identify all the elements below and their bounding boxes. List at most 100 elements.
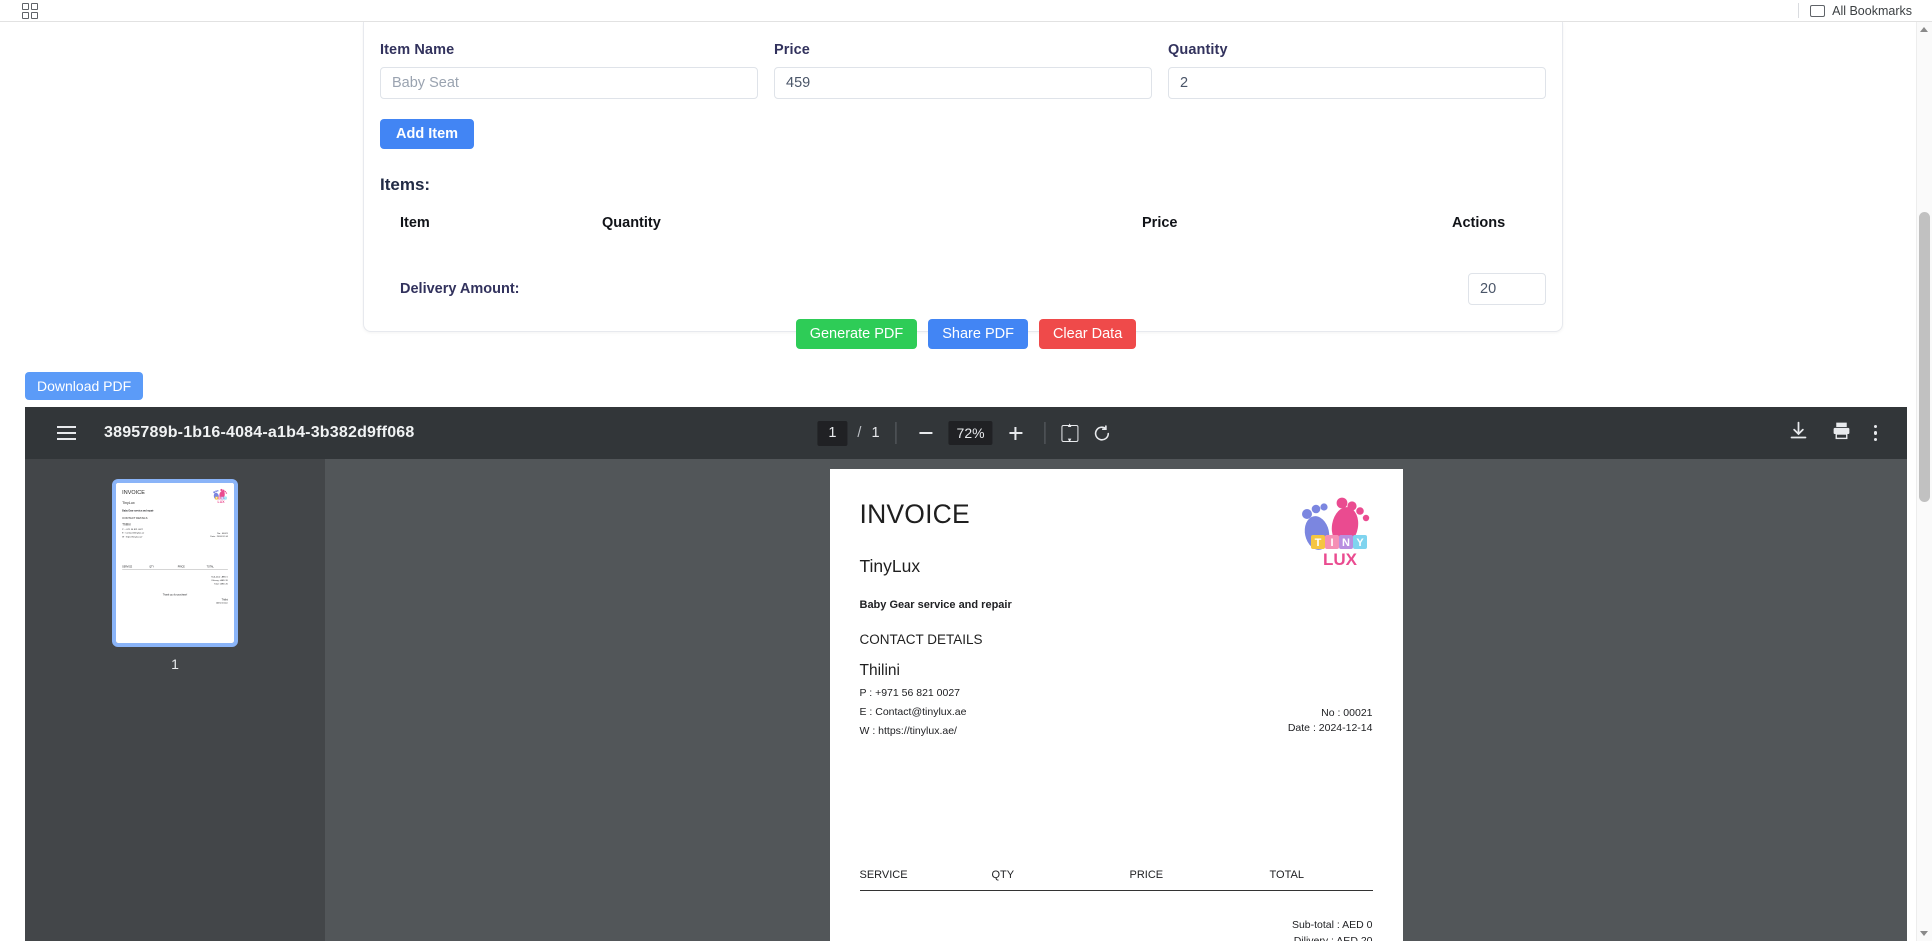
invoice-contact-person: Thilini [860, 662, 1373, 680]
thumb-signature-role: Administrator [122, 602, 228, 604]
items-heading: Items: [380, 175, 1546, 195]
thumb-invoice-totals: Sub-total : AED 0 Dilivery : AED 20 Tota… [122, 575, 228, 585]
scroll-up-arrow-icon[interactable] [1920, 27, 1928, 32]
invoice-number: No : 00021 [1288, 707, 1373, 719]
download-icon[interactable] [1788, 420, 1809, 446]
page-content: Item Name Price Quantity Add Item Items:… [0, 22, 1932, 941]
thumb-tagline: Baby Gear service and repair [122, 510, 228, 512]
thumb-thanks: Thank you for purchase! [122, 594, 228, 596]
pdf-page-thumbnail[interactable]: INVOICE TinyLux Baby Gear service and re… [116, 483, 234, 643]
invoice-col-service: SERVICE [860, 869, 992, 881]
pdf-viewer: 3895789b-1b16-4084-a1b4-3b382d9ff068 / 1… [25, 407, 1907, 941]
item-entry-row: Item Name Price Quantity [380, 42, 1546, 99]
fit-page-icon[interactable] [1062, 425, 1079, 442]
invoice-col-qty: QTY [992, 869, 1130, 881]
pdf-canvas-area: INVOICE TinyLux Baby Gear service and re… [325, 459, 1907, 941]
minus-icon [919, 432, 932, 434]
thumb-phone: P : +971 56 821 0027 [122, 528, 228, 530]
zoom-level-display[interactable]: 72% [949, 421, 993, 445]
thumb-col-total: TOTAL [207, 565, 228, 567]
divider [896, 422, 897, 444]
quantity-input[interactable] [1168, 67, 1546, 99]
apps-grid-icon[interactable] [22, 3, 38, 19]
scroll-down-arrow-icon[interactable] [1920, 931, 1928, 936]
zoom-out-button[interactable] [913, 420, 939, 446]
page-scrollbar[interactable] [1916, 22, 1932, 941]
svg-text:LUX: LUX [218, 500, 226, 504]
invoice-table-header-row: SERVICE QTY PRICE TOTAL [860, 869, 1373, 891]
download-pdf-button[interactable]: Download PDF [25, 372, 143, 400]
thumb-col-price: PRICE [178, 565, 207, 567]
thumb-invoice-meta: No : 00021 Date : 2024-12-14 [210, 532, 227, 538]
invoice-line-items-table: SERVICE QTY PRICE TOTAL [860, 869, 1373, 891]
delivery-amount-row: Delivery Amount: [380, 273, 1546, 305]
pdf-thumbnail-pane: INVOICE TinyLux Baby Gear service and re… [25, 459, 325, 941]
item-name-field-group: Item Name [380, 42, 758, 99]
pdf-filename: 3895789b-1b16-4084-a1b4-3b382d9ff068 [104, 424, 415, 442]
invoice-document: INVOICE TinyLux Baby Gear service and re… [830, 469, 1403, 941]
generate-pdf-button[interactable]: Generate PDF [796, 319, 918, 349]
column-header-actions: Actions [1452, 215, 1546, 243]
svg-text:T: T [1314, 537, 1321, 549]
thumbnail-preview: INVOICE TinyLux Baby Gear service and re… [116, 483, 234, 640]
kebab-menu-icon[interactable] [1874, 425, 1878, 442]
svg-text:Y: Y [1356, 537, 1364, 549]
thumb-invoice-date: Date : 2024-12-14 [210, 535, 227, 537]
page-number-input[interactable] [817, 421, 847, 446]
delivery-amount-input[interactable] [1468, 273, 1546, 305]
clear-data-button[interactable]: Clear Data [1039, 319, 1136, 349]
pdf-toolbar: 3895789b-1b16-4084-a1b4-3b382d9ff068 / 1… [25, 407, 1907, 459]
thumb-signature: Thilini Administrator [122, 599, 228, 604]
invoice-form-card: Item Name Price Quantity Add Item Items:… [363, 22, 1563, 332]
thumb-contact-heading: CONTACT DETAILS [122, 517, 228, 520]
column-header-quantity: Quantity [602, 215, 1142, 243]
add-item-button[interactable]: Add Item [380, 119, 474, 149]
invoice-delivery: Dilivery : AED 20 [860, 933, 1373, 941]
page-separator: / [857, 425, 861, 441]
price-label: Price [774, 42, 1152, 58]
scrollbar-thumb[interactable] [1919, 212, 1930, 502]
folder-icon [1810, 5, 1825, 17]
invoice-contact-heading: CONTACT DETAILS [860, 632, 1373, 647]
invoice-date: Date : 2024-12-14 [1288, 722, 1373, 734]
thumb-invoice-table: SERVICE QTY PRICE TOTAL [122, 565, 228, 570]
all-bookmarks-label: All Bookmarks [1832, 4, 1912, 18]
column-header-item: Item [380, 215, 602, 243]
thumb-contact-person: Thilini [122, 523, 228, 527]
invoice-tagline: Baby Gear service and repair [860, 599, 1373, 611]
thumbnail-page-number: 1 [171, 656, 179, 672]
thumb-tinylux-logo: T I N Y LUX [211, 488, 228, 504]
total-pages: 1 [871, 425, 879, 441]
pdf-toolbar-right [1788, 420, 1878, 446]
thumb-total: Total : AED 20 [122, 582, 228, 585]
invoice-col-price: PRICE [1130, 869, 1270, 881]
browser-toolbar: All Bookmarks [0, 0, 1932, 22]
divider [1798, 3, 1799, 18]
thumb-col-qty: QTY [149, 565, 177, 567]
thumb-col-service: SERVICE [122, 565, 149, 567]
invoice-subtotal: Sub-total : AED 0 [860, 917, 1373, 933]
tinylux-logo: T I N Y LUX [1293, 493, 1377, 569]
rotate-icon[interactable] [1089, 420, 1115, 446]
pdf-body: INVOICE TinyLux Baby Gear service and re… [25, 459, 1907, 941]
items-table-header-row: Item Quantity Price Actions [380, 215, 1546, 243]
delivery-amount-label: Delivery Amount: [400, 281, 520, 297]
price-input[interactable] [774, 67, 1152, 99]
svg-text:LUX: LUX [1323, 550, 1358, 569]
zoom-in-button[interactable] [1003, 420, 1029, 446]
svg-text:I: I [1330, 537, 1333, 549]
invoice-phone: P : +971 56 821 0027 [860, 687, 1373, 699]
form-action-buttons: Generate PDF Share PDF Clear Data [0, 319, 1932, 349]
pdf-page-controls: / 1 72% [817, 420, 1114, 446]
column-header-price: Price [1142, 215, 1452, 243]
hamburger-icon[interactable] [57, 426, 76, 440]
plus-icon [1009, 427, 1022, 440]
quantity-field-group: Quantity [1168, 42, 1546, 99]
item-name-input[interactable] [380, 67, 758, 99]
print-icon[interactable] [1831, 420, 1852, 446]
invoice-meta: No : 00021 Date : 2024-12-14 [1288, 707, 1373, 737]
all-bookmarks-button[interactable]: All Bookmarks [1798, 3, 1912, 18]
share-pdf-button[interactable]: Share PDF [928, 319, 1028, 349]
items-table: Item Quantity Price Actions [380, 215, 1546, 243]
invoice-totals: Sub-total : AED 0 Dilivery : AED 20 Tota… [860, 917, 1373, 941]
